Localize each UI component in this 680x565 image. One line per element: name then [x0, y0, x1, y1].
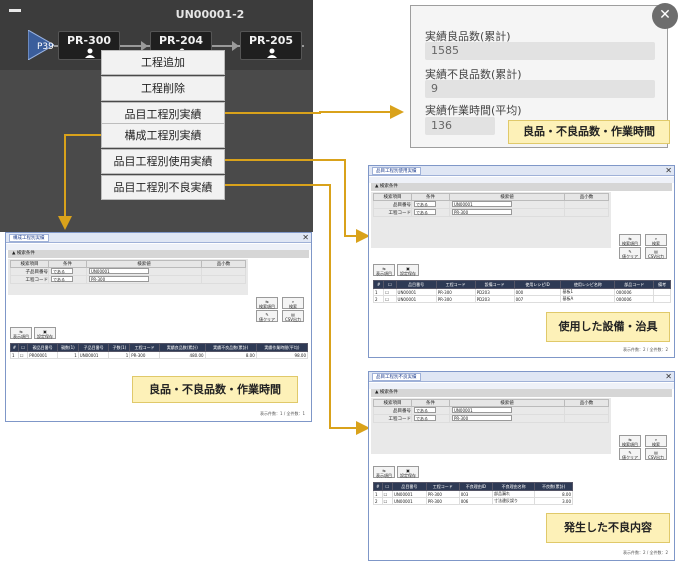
condition-select[interactable]: である — [414, 209, 436, 215]
flow-arrow — [232, 41, 239, 51]
condition-select[interactable]: である — [51, 268, 73, 274]
record-count: 表示件数：1 / 全件数：1 — [260, 411, 305, 416]
search-button[interactable]: ⌕ 検索 — [645, 234, 667, 246]
window-title: 品目工程別不良実績 — [372, 373, 421, 381]
clear-button[interactable]: ✎ 値クリア — [619, 247, 641, 259]
table-row[interactable]: 2 ☐ UN00001 PR-300 PD203 007 基板A 000006 — [372, 295, 671, 303]
menu-item-process-defects[interactable]: 品目工程別不良実績 — [101, 175, 225, 200]
search-items-button[interactable]: ⇆ 検索項目 — [256, 297, 278, 309]
close-icon[interactable]: ✕ — [652, 3, 678, 29]
save-settings-button[interactable]: ▣ 設定保存 — [34, 327, 56, 339]
process-label: PR-204 — [158, 34, 204, 47]
close-icon[interactable]: ✕ — [302, 233, 309, 242]
clear-button[interactable]: ✎ 値クリア — [256, 310, 278, 322]
window-titlebar: 品目工程別使用実績 ✕ — [369, 166, 674, 176]
window-title: 構成工程別実績 — [9, 234, 49, 242]
close-icon[interactable]: ✕ — [665, 166, 672, 175]
table-row[interactable]: 1 ☐ UN00001 PR-300 003 部品漏れ 8.00 — [373, 490, 573, 498]
condition-table: 検索項目 条件 検索値 品小数 品目番号 である UN00001 工程コード である PR-3… — [373, 399, 609, 423]
record-count: 表示件数：2 / 全件数：2 — [623, 347, 668, 352]
popup-value-time: 136 — [425, 117, 495, 135]
display-items-button[interactable]: ⇆ 表示項目 — [373, 264, 395, 276]
process-label: PR-205 — [248, 34, 294, 47]
table-row[interactable]: 1 ☐ PR00001 1 UN00001 1 PR-300 480.00 8.00 98.00 — [10, 351, 309, 359]
menu-delete-process[interactable]: 工程削除 — [101, 76, 225, 101]
callout-popup: 良品・不良品数・作業時間 — [508, 120, 670, 144]
process-node-pr205[interactable]: PR-205 — [240, 31, 302, 60]
search-value-input[interactable]: PR-300 — [89, 276, 149, 282]
section-search-conditions: ▲ 検索条件 — [371, 389, 672, 397]
process-label: PR-300 — [66, 34, 112, 47]
route-title: UN00001-2 — [175, 8, 245, 21]
results-table: # ☐ 親品目番号 親数(1) 子品目番号 子数(1) 工程コード 実績良品数(累計) 実績不良… — [10, 343, 309, 359]
csv-button[interactable]: ▤ CSV出力 — [645, 448, 667, 460]
condition-select[interactable]: である — [51, 276, 73, 282]
menu-component-process-results[interactable]: 構成工程別実績 — [101, 123, 225, 148]
display-items-button[interactable]: ⇆ 表示項目 — [10, 327, 32, 339]
clear-button[interactable]: ✎ 値クリア — [619, 448, 641, 460]
minimize-icon[interactable] — [9, 9, 21, 12]
table-row[interactable]: 1 ☐ UN00001 PR-300 PD203 000 基板1 000006 — [372, 288, 671, 296]
table-row[interactable]: 2 ☐ UN00001 PR-300 006 寸法違反誤り 3.00 — [373, 497, 573, 505]
start-node-label: P39 — [37, 42, 54, 52]
section-search-conditions: ▲ 検索条件 — [8, 250, 309, 258]
condition-select[interactable]: である — [414, 201, 436, 207]
person-icon — [85, 48, 95, 58]
callout-defect: 発生した不良内容 — [546, 513, 670, 543]
table-header: # ☐ 品目番号 工程コード 設備コード 使用レシピID 使用レシピ名称 部品コード 備考 — [372, 280, 671, 289]
callout-usage: 使用した設備・治具 — [546, 312, 670, 342]
csv-button[interactable]: ▤ CSV出力 — [645, 247, 667, 259]
condition-table: 検索項目 条件 検索値 品小数 品目番号 である UN00001 工程コード である PR-3… — [373, 193, 609, 217]
window-title: 品目工程別使用実績 — [372, 167, 421, 175]
search-value-input[interactable]: UN00001 — [89, 268, 149, 274]
person-icon — [267, 48, 277, 58]
table-header: # ☐ 品目番号 工程コード 不良理由ID 不良理由名称 不良数(累計) — [373, 482, 573, 491]
section-search-conditions: ▲ 検索条件 — [371, 183, 672, 191]
search-button[interactable]: ⌕ 検索 — [645, 435, 667, 447]
popup-label-time: 実績作業時間(平均) — [425, 104, 522, 117]
search-items-button[interactable]: ⇆ 検索項目 — [619, 435, 641, 447]
search-items-button[interactable]: ⇆ 検索項目 — [619, 234, 641, 246]
search-button[interactable]: ⌕ 検索 — [282, 297, 304, 309]
condition-select[interactable]: である — [414, 415, 436, 421]
save-settings-button[interactable]: ▣ 設定保存 — [397, 264, 419, 276]
display-items-button[interactable]: ⇆ 表示項目 — [373, 466, 395, 478]
close-icon[interactable]: ✕ — [665, 372, 672, 381]
record-count: 表示件数：2 / 全件数：2 — [623, 550, 668, 555]
condition-table: 検索項目 条件 検索値 品小数 子品目番号 である UN00001 工程コード である PR-… — [10, 260, 246, 284]
search-value-input[interactable]: PR-300 — [452, 415, 512, 421]
popup-value-good: 1585 — [425, 42, 655, 60]
start-node[interactable]: P39 — [28, 30, 54, 60]
popup-value-defect: 9 — [425, 80, 655, 98]
save-settings-button[interactable]: ▣ 設定保存 — [397, 466, 419, 478]
menu-item-process-usage[interactable]: 品目工程別使用実績 — [101, 149, 225, 174]
csv-button[interactable]: ▤ CSV出力 — [282, 310, 304, 322]
menu-add-process[interactable]: 工程追加 — [101, 50, 225, 75]
table-header: # ☐ 親品目番号 親数(1) 子品目番号 子数(1) 工程コード 実績良品数(累計) 実績不良… — [10, 343, 309, 352]
results-table: # ☐ 品目番号 工程コード 設備コード 使用レシピID 使用レシピ名称 部品コード 備考 1 ☐… — [372, 280, 671, 303]
search-value-input[interactable]: UN00001 — [452, 201, 512, 207]
window-titlebar: 構成工程別実績 ✕ — [6, 233, 311, 243]
window-titlebar: 品目工程別不良実績 ✕ — [369, 372, 674, 382]
condition-select[interactable]: である — [414, 407, 436, 413]
results-table: # ☐ 品目番号 工程コード 不良理由ID 不良理由名称 不良数(累計) 1 ☐ UN00001… — [373, 482, 573, 505]
search-value-input[interactable]: UN00001 — [452, 407, 512, 413]
search-value-input[interactable]: PR-300 — [452, 209, 512, 215]
callout-left: 良品・不良品数・作業時間 — [132, 376, 298, 403]
